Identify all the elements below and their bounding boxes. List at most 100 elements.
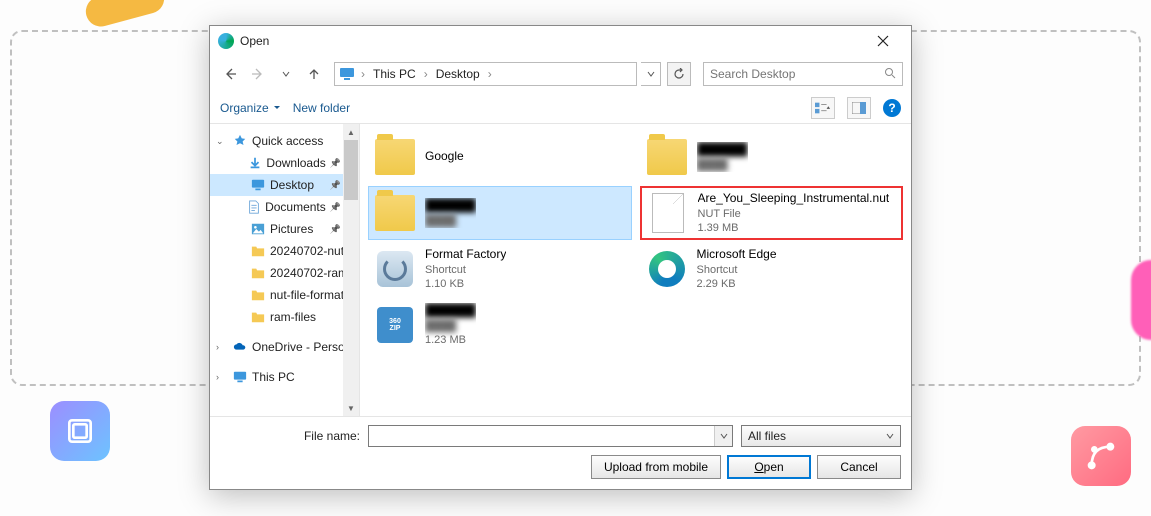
tree-item-onedrive-person[interactable]: ›OneDrive - Person bbox=[210, 336, 359, 358]
help-button[interactable]: ? bbox=[883, 99, 901, 117]
file-name: ██████ bbox=[425, 198, 476, 214]
pin-icon: 📌 bbox=[330, 224, 341, 235]
search-box[interactable] bbox=[703, 62, 903, 86]
file-type-filter[interactable]: All files bbox=[741, 425, 901, 447]
folder-icon bbox=[250, 309, 266, 325]
expander-icon[interactable]: ⌄ bbox=[216, 136, 228, 147]
filename-dropdown[interactable] bbox=[714, 426, 732, 446]
sidebar-scrollbar[interactable]: ▲ ▼ bbox=[343, 124, 359, 416]
back-button[interactable] bbox=[218, 62, 242, 86]
filename-combo[interactable] bbox=[368, 425, 733, 447]
breadcrumb-desktop[interactable]: Desktop bbox=[434, 67, 482, 81]
file-item[interactable]: Format FactoryShortcut1.10 KB bbox=[368, 242, 632, 296]
folder-icon bbox=[250, 243, 266, 259]
file-name: ██████ bbox=[697, 142, 748, 158]
folder-icon bbox=[375, 139, 415, 175]
file-item[interactable]: ██████████ bbox=[368, 186, 632, 240]
decorative-icon-vector bbox=[1071, 426, 1131, 486]
forward-button[interactable] bbox=[246, 62, 270, 86]
up-button[interactable] bbox=[302, 62, 326, 86]
cancel-button[interactable]: Cancel bbox=[817, 455, 901, 479]
filename-label: File name: bbox=[220, 429, 360, 443]
pin-icon: 📌 bbox=[330, 158, 341, 169]
file-meta: Are_You_Sleeping_Instrumental.nutNUT Fil… bbox=[698, 191, 890, 235]
file-type: NUT File bbox=[698, 207, 890, 221]
tree-item-documents[interactable]: Documents📌 bbox=[210, 196, 359, 218]
search-input[interactable] bbox=[710, 67, 884, 81]
scroll-up-arrow[interactable]: ▲ bbox=[343, 124, 359, 140]
file-size: 1.10 KB bbox=[425, 277, 506, 291]
preview-pane-icon bbox=[852, 102, 866, 114]
file-name: ██████ bbox=[425, 303, 476, 319]
doc-icon bbox=[247, 199, 261, 215]
open-button[interactable]: Open bbox=[727, 455, 811, 479]
expander-icon[interactable]: › bbox=[216, 342, 228, 352]
filename-row: File name: All files bbox=[220, 425, 901, 447]
pc-icon bbox=[232, 369, 248, 385]
address-bar[interactable]: › This PC › Desktop › bbox=[334, 62, 637, 86]
tree-item-nut-file-format[interactable]: nut-file-format bbox=[210, 284, 359, 306]
organize-menu[interactable]: Organize bbox=[220, 101, 281, 115]
pin-icon: 📌 bbox=[330, 180, 341, 191]
file-item[interactable]: Are_You_Sleeping_Instrumental.nutNUT Fil… bbox=[640, 186, 904, 240]
tree-item-ram-files[interactable]: ram-files bbox=[210, 306, 359, 328]
close-icon bbox=[877, 35, 889, 47]
file-name: Microsoft Edge bbox=[697, 247, 777, 263]
file-item[interactable]: ██████████ bbox=[640, 130, 904, 184]
preview-pane-button[interactable] bbox=[847, 97, 871, 119]
chevron-right-icon: › bbox=[422, 67, 430, 81]
file-size: 2.29 KB bbox=[697, 277, 777, 291]
file-size: 1.23 MB bbox=[425, 333, 476, 347]
file-meta: Format FactoryShortcut1.10 KB bbox=[425, 247, 506, 291]
file-list: Google████████████████████Are_You_Sleepi… bbox=[360, 124, 911, 416]
scroll-down-arrow[interactable]: ▼ bbox=[343, 400, 359, 416]
edge-app-icon bbox=[218, 33, 234, 49]
filter-dropdown[interactable] bbox=[882, 426, 898, 446]
upload-from-mobile-button[interactable]: Upload from mobile bbox=[591, 455, 721, 479]
tree-item-desktop[interactable]: Desktop📌 bbox=[210, 174, 359, 196]
breadcrumb-this-pc[interactable]: This PC bbox=[371, 67, 418, 81]
file-type: ████ bbox=[425, 319, 476, 333]
tree-item-downloads[interactable]: Downloads 📌 bbox=[210, 152, 359, 174]
tree-item-label: Pictures bbox=[270, 222, 313, 236]
tree-item-label: Quick access bbox=[252, 134, 323, 148]
chevron-down-icon bbox=[647, 70, 655, 78]
file-icon bbox=[652, 193, 684, 233]
search-icon bbox=[884, 67, 896, 82]
tree-item-quick-access[interactable]: ⌄ Quick access bbox=[210, 130, 359, 152]
tree-item-20240702-ram-fi[interactable]: 20240702-ram-fi bbox=[210, 262, 359, 284]
cloud-icon bbox=[232, 339, 248, 355]
background-blob bbox=[82, 0, 167, 30]
file-meta: Google bbox=[425, 149, 464, 165]
address-history-dropdown[interactable] bbox=[641, 62, 661, 86]
file-item[interactable]: Microsoft EdgeShortcut2.29 KB bbox=[640, 242, 904, 296]
file-name: Are_You_Sleeping_Instrumental.nut bbox=[698, 191, 890, 207]
monitor-icon bbox=[339, 66, 355, 82]
titlebar: Open bbox=[210, 26, 911, 56]
file-item[interactable]: ██████████1.23 MB bbox=[368, 298, 632, 352]
file-item[interactable]: Google bbox=[368, 130, 632, 184]
refresh-button[interactable] bbox=[667, 62, 691, 86]
tree-item-label: This PC bbox=[252, 370, 295, 384]
chevron-down-icon bbox=[886, 432, 894, 440]
scroll-thumb[interactable] bbox=[344, 140, 358, 200]
decorative-icon-book bbox=[50, 401, 110, 461]
chevron-right-icon: › bbox=[486, 67, 494, 81]
folder-icon bbox=[375, 195, 415, 231]
close-button[interactable] bbox=[863, 27, 903, 55]
recent-dropdown[interactable] bbox=[274, 62, 298, 86]
tree-item-pictures[interactable]: Pictures 📌 bbox=[210, 218, 359, 240]
new-folder-button[interactable]: New folder bbox=[293, 101, 350, 115]
file-size: 1.39 MB bbox=[698, 221, 890, 235]
expander-icon[interactable]: › bbox=[216, 372, 228, 382]
arrow-right-icon bbox=[251, 67, 265, 81]
tree-item-this-pc[interactable]: › This PC bbox=[210, 366, 359, 388]
view-mode-button[interactable] bbox=[811, 97, 835, 119]
file-meta: Microsoft EdgeShortcut2.29 KB bbox=[697, 247, 777, 291]
star-icon bbox=[232, 133, 248, 149]
tree-item-20240702-nut-fil[interactable]: 20240702-nut-fil bbox=[210, 240, 359, 262]
format-factory-icon bbox=[377, 251, 413, 287]
tree-item-label: Downloads bbox=[266, 156, 325, 170]
dialog-title: Open bbox=[240, 34, 863, 48]
file-meta: ██████████1.23 MB bbox=[425, 303, 476, 347]
